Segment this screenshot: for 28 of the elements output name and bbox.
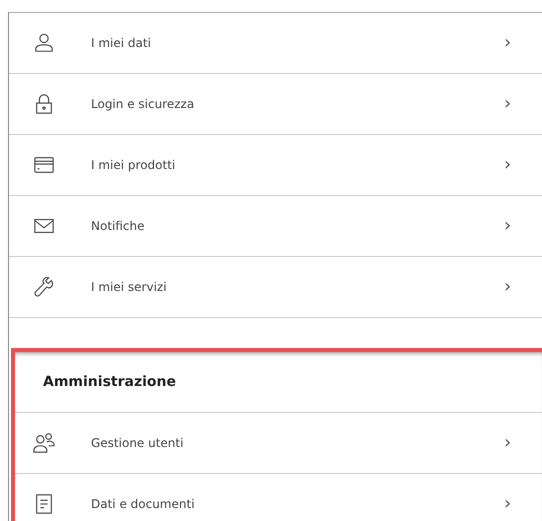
- chevron-icon: ›: [504, 278, 538, 296]
- chevron-icon: ›: [504, 34, 538, 52]
- menu-item[interactable]: I miei dati ›: [9, 13, 542, 74]
- menu-item[interactable]: Gestione utenti ›: [15, 413, 542, 474]
- menu-item[interactable]: Login e sicurezza ›: [9, 74, 542, 135]
- chevron-icon: ›: [504, 217, 538, 235]
- users-icon: [33, 432, 55, 454]
- chevron-icon: ›: [504, 95, 538, 113]
- menu-label: Gestione utenti: [91, 436, 184, 450]
- menu-item[interactable]: Dati e documenti ›: [15, 474, 542, 521]
- chevron-icon: ›: [504, 156, 538, 174]
- chevron-icon: ›: [504, 434, 538, 452]
- wrench-icon: [33, 276, 55, 298]
- menu-label: Dati e documenti: [91, 497, 196, 511]
- card-icon: [33, 154, 55, 176]
- menu-item[interactable]: Notifiche ›: [9, 196, 542, 257]
- menu-label: I miei prodotti: [91, 158, 176, 172]
- chevron-icon: ›: [504, 495, 538, 513]
- menu-label: I miei dati: [91, 36, 152, 50]
- menu-label: I miei servizi: [91, 280, 168, 294]
- menu-item[interactable]: I miei servizi ›: [9, 257, 542, 318]
- menu-label: Login e sicurezza: [91, 97, 196, 111]
- menu-label: Notifiche: [91, 219, 146, 233]
- padlock-icon: [33, 93, 55, 115]
- document-icon: [33, 493, 55, 515]
- person-icon: [33, 32, 55, 54]
- section-title: Amministrazione: [43, 374, 176, 390]
- menu-item[interactable]: I miei prodotti ›: [9, 135, 542, 196]
